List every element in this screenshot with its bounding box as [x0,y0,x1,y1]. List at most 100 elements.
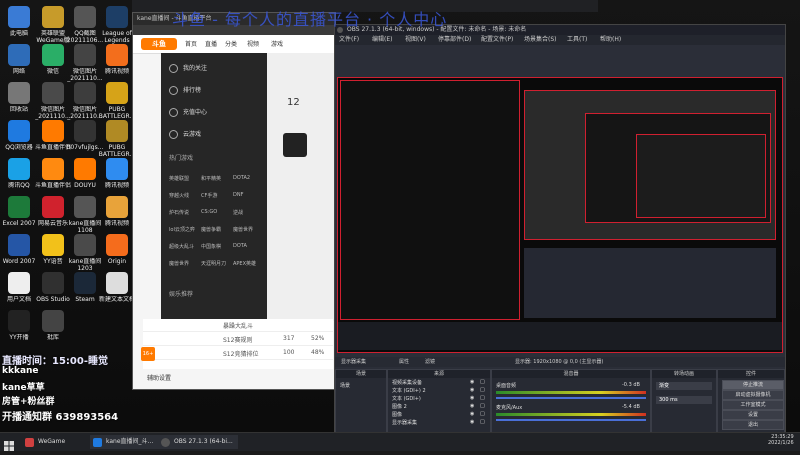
desktop-icon[interactable]: PUBG BATTLEGR... [98,82,136,120]
desktop-icon[interactable]: 腾讯视频 [98,158,136,189]
obs-menu-item[interactable]: 场景集合(S) [524,35,557,45]
windows-start-icon[interactable] [4,436,14,451]
obs-menu-item[interactable]: 停靠部件(D) [438,35,471,45]
desktop-icon-label: 用户文档 [6,296,31,303]
volume-slider[interactable] [496,419,646,421]
game-link[interactable]: 和平精英 [201,175,221,182]
desktop-icon[interactable]: PUBG BATTLEGR... [98,120,136,158]
desktop-icon[interactable]: League of Legends [98,6,136,44]
obs-menu-item[interactable]: 视图(V) [405,35,426,45]
game-link[interactable]: CS:GO [201,209,217,215]
obs-menu-item[interactable]: 工具(T) [567,35,587,45]
volume-slider[interactable] [496,397,646,399]
properties-button[interactable]: 属性 [399,357,409,367]
source-item[interactable]: 文本 (GDI+) 2 ◉ □ [392,387,488,394]
studio-mode-button[interactable]: 工作室模式 [722,400,784,410]
nav-link[interactable]: 视频 [247,39,259,48]
source-item[interactable]: 显示器采集 ◉ □ [392,419,488,426]
menu-item-cloud-game[interactable]: 云游戏 [169,129,201,139]
menu-item-rank[interactable]: 排行榜 [169,85,201,95]
douyu-logo[interactable]: 斗鱼 [141,38,177,50]
visibility-eye-icon[interactable]: ◉ [470,395,474,401]
settings-button[interactable]: 设置 [722,410,784,420]
exit-button[interactable]: 退出 [722,420,784,430]
clock[interactable]: 23:35:29 2022/1/26 [768,434,794,446]
game-link[interactable]: lol云顶之弈 [169,226,195,233]
game-link[interactable]: 天涯明月刀 [201,260,226,267]
duration-field[interactable]: 300 ms [656,396,712,404]
taskbar-item-obs[interactable]: OBS 27.1.3 (64-bi... [158,435,238,449]
source-item[interactable]: 图像 ◉ □ [392,411,488,418]
lock-icon[interactable]: □ [480,419,485,425]
desktop-icon[interactable]: 腾讯视频 [98,196,136,227]
game-link[interactable]: APEX英雄 [233,260,256,267]
desktop-icon[interactable]: 腾讯QQ [0,158,38,189]
menu-item-recharge[interactable]: 充值中心 [169,107,207,117]
game-link[interactable]: 魔兽争霸 [201,226,221,233]
desktop-icon[interactable]: 此电脑 [0,6,38,37]
desktop-icon[interactable]: 网络 [0,44,38,75]
clock-date: 2022/1/26 [768,440,794,446]
visibility-eye-icon[interactable]: ◉ [470,379,474,385]
game-link[interactable]: 中国象棋 [201,243,221,250]
desktop-icon[interactable]: 批库 [34,310,72,341]
taskbar-item-wegame[interactable]: WeGame [22,435,96,449]
game-link[interactable]: DOTA [233,243,247,249]
desktop-icon[interactable]: 用户文档 [0,272,38,303]
lock-icon[interactable]: □ [480,379,485,385]
filters-button[interactable]: 滤镜 [425,357,435,367]
lock-icon[interactable]: □ [480,403,485,409]
desktop-icon[interactable]: YY开播 [0,310,38,341]
menu-item-follow[interactable]: 我的关注 [169,63,207,73]
obs-menu-item[interactable]: 配置文件(P) [481,35,513,45]
controls-dock: 控件 停止推流 启动虚拟摄像机 工作室模式 设置 退出 [717,369,785,433]
obs-menu-item[interactable]: 帮助(H) [600,35,621,45]
obs-preview[interactable] [337,77,783,353]
app-icon [106,158,128,180]
desktop-icon-label: QQ浏览器 [5,144,33,151]
table-cell: 48% [311,349,325,356]
lock-icon[interactable]: □ [480,387,485,393]
lock-icon[interactable]: □ [480,411,485,417]
visibility-eye-icon[interactable]: ◉ [470,403,474,409]
scene-item[interactable]: 场景 [340,382,350,389]
visibility-eye-icon[interactable]: ◉ [470,387,474,393]
game-link[interactable]: 逆战 [233,209,243,216]
desktop-icon[interactable]: 腾讯视频 [98,44,136,75]
nav-link[interactable]: 游戏 [271,39,283,48]
lock-icon[interactable]: □ [480,395,485,401]
obs-menu-item[interactable]: 文件(F) [339,35,359,45]
source-item[interactable]: 视频采集设备 ◉ □ [392,379,488,386]
desktop-icon-label: 腾讯视频 [104,68,129,75]
fan-count: 12 [287,97,300,108]
desktop-icon[interactable]: Origin [98,234,136,265]
obs-menu-item[interactable]: 编辑(E) [372,35,392,45]
desktop-icon[interactable]: QQ浏览器 [0,120,38,151]
nav-link[interactable]: 直播 [205,39,217,48]
stop-stream-button[interactable]: 停止推流 [722,380,784,390]
source-item[interactable]: 文本 (GDI+) ◉ □ [392,395,488,402]
desktop-icon[interactable]: 回收站 [0,82,38,113]
game-link[interactable]: 魔兽世界 [233,226,253,233]
game-link[interactable]: DNF [233,192,243,198]
desktop-icon-label: Excel 2007 [2,220,36,227]
visibility-eye-icon[interactable]: ◉ [470,419,474,425]
virtual-camera-button[interactable]: 启动虚拟摄像机 [722,390,784,400]
desktop-icon[interactable]: 新建文本文档 [98,272,136,303]
game-link[interactable]: DOTA2 [233,175,250,181]
visibility-eye-icon[interactable]: ◉ [470,411,474,417]
game-link[interactable]: 穿越火线 [169,192,189,199]
desktop-icon[interactable]: Word 2007 [0,234,38,265]
game-link[interactable]: 超级大乱斗 [169,243,194,250]
game-link[interactable]: 英雄联盟 [169,175,189,182]
game-link[interactable]: 炉石传说 [169,209,189,216]
transition-select[interactable]: 渐变 [656,382,712,390]
desktop-icon[interactable]: Excel 2007 [0,196,38,227]
nav-link[interactable]: 分类 [225,39,237,48]
source-item[interactable]: 图像 2 ◉ □ [392,403,488,410]
nav-link[interactable]: 首页 [185,39,197,48]
game-link[interactable]: CF手游 [201,192,217,199]
mixer-track-name: 桌面音频 [496,383,517,389]
game-link[interactable]: 魔兽世界 [169,260,189,267]
settings-link[interactable]: 辅助设置 [147,373,171,382]
